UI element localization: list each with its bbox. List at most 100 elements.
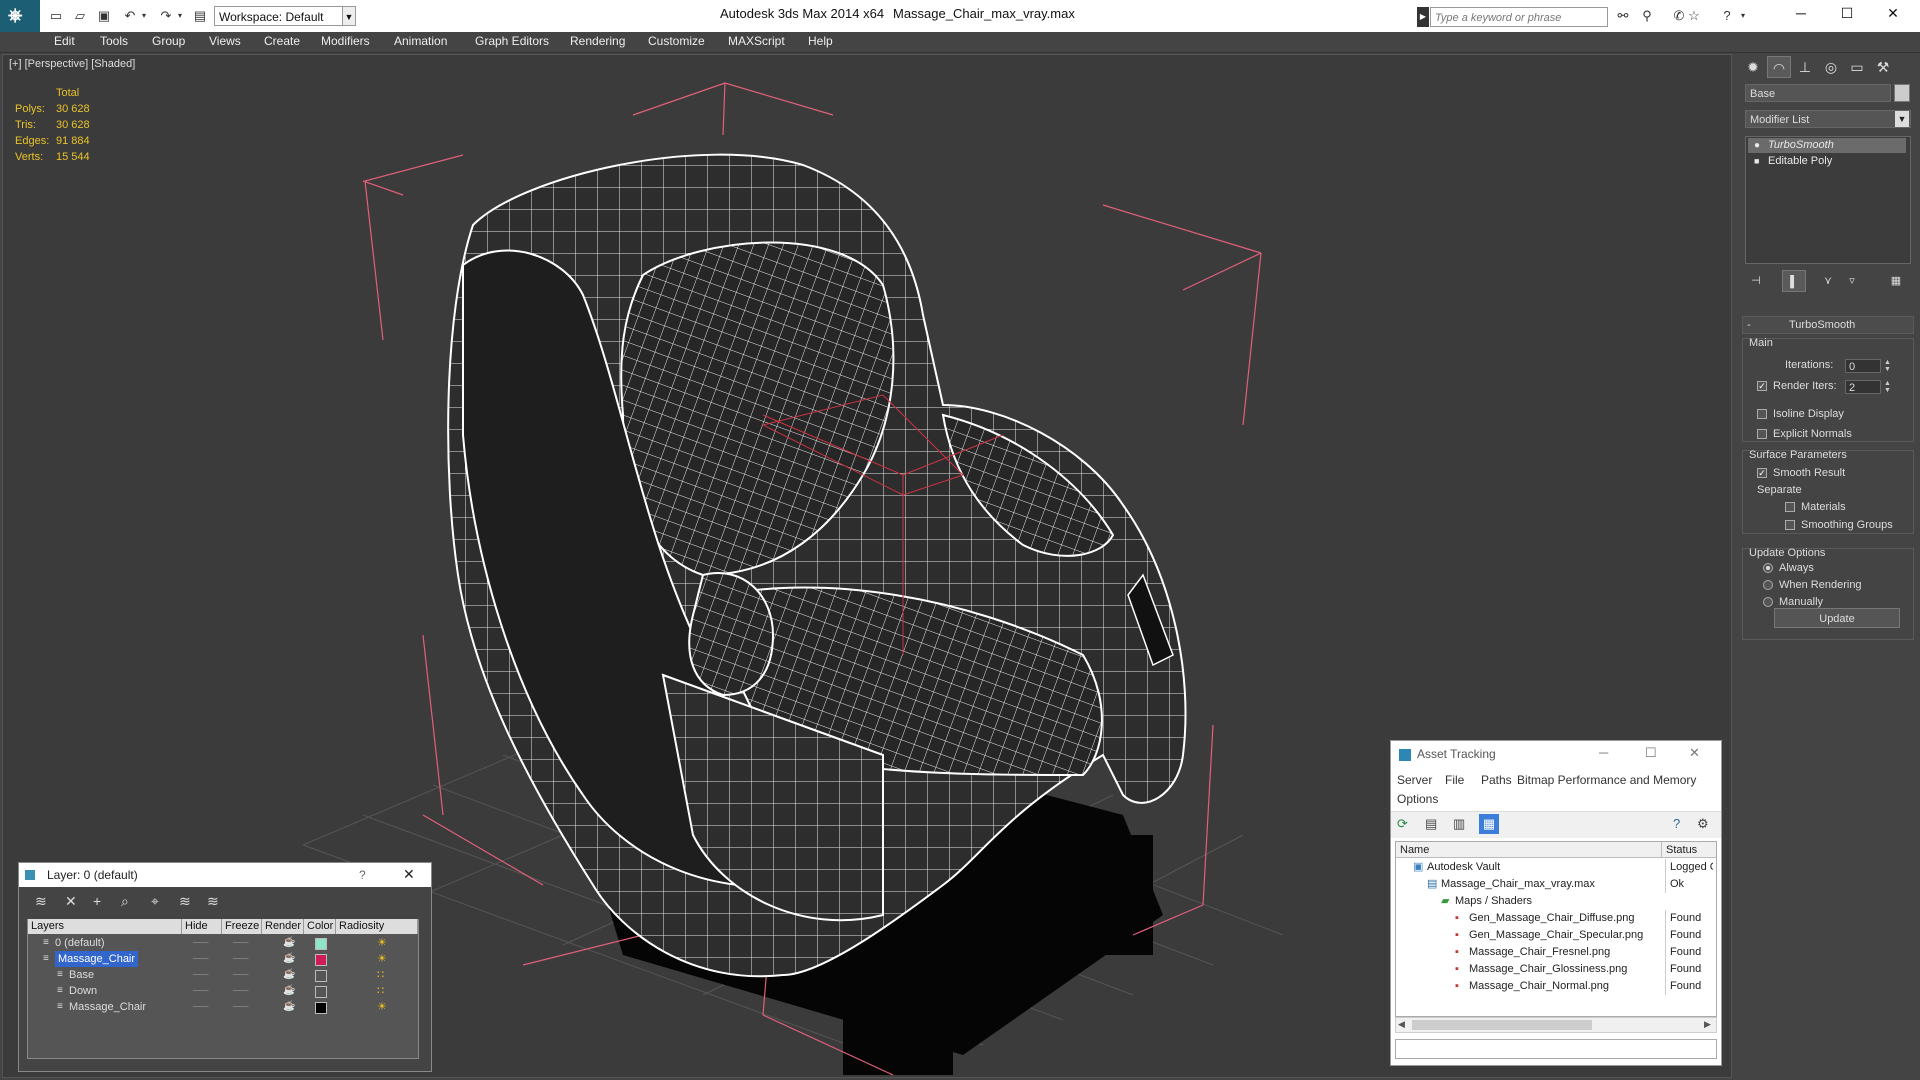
column-hide[interactable]: Hide <box>182 919 222 934</box>
column-name[interactable]: Name <box>1396 842 1662 858</box>
hide-toggle[interactable]: ── <box>193 983 209 999</box>
spinner-arrows-icon[interactable]: ▲ ▼ <box>1883 359 1892 373</box>
render-iters-checkbox[interactable]: ✓ <box>1757 381 1767 391</box>
turbosmooth-rollout-header[interactable]: - TurboSmooth <box>1742 316 1914 334</box>
asset-row[interactable]: ▪ Gen_Massage_Chair_Diffuse.png Found <box>1395 910 1713 927</box>
column-color[interactable]: Color <box>304 919 336 934</box>
layer-color-swatch[interactable] <box>315 970 327 982</box>
column-status[interactable]: Status <box>1662 842 1716 858</box>
menu-tools[interactable]: Tools <box>100 34 128 48</box>
asset-name[interactable]: Massage_Chair_Fresnel.png <box>1469 944 1659 961</box>
render-teapot-icon[interactable]: ☕ <box>283 967 295 983</box>
menu-file[interactable]: File <box>1445 773 1464 787</box>
column-layers[interactable]: Layers <box>28 919 182 934</box>
freeze-toggle[interactable]: ── <box>233 983 249 999</box>
settings-icon[interactable]: ⚙ <box>1697 816 1709 832</box>
render-iters-spinner[interactable]: 2 <box>1845 380 1881 394</box>
when-rendering-radio[interactable] <box>1763 580 1773 590</box>
detail-view-icon[interactable]: ▥ <box>1453 816 1465 832</box>
workspace-dropdown[interactable]: Workspace: Default <box>214 6 344 26</box>
stack-item-turbosmooth[interactable]: ● TurboSmooth <box>1748 138 1906 153</box>
asset-name[interactable]: Massage_Chair_Glossiness.png <box>1469 961 1659 978</box>
hide-all-icon[interactable]: ≋ <box>179 893 191 910</box>
layer-name[interactable]: 0 (default) <box>55 935 105 951</box>
spinner-arrows-icon[interactable]: ▲ ▼ <box>1883 380 1892 394</box>
layer-dialog-titlebar[interactable]: Layer: 0 (default) ? ✕ <box>19 863 431 887</box>
menu-maxscript[interactable]: MAXScript <box>728 34 785 48</box>
delete-layer-icon[interactable]: ✕ <box>65 893 77 910</box>
chevron-down-icon[interactable]: ▼ <box>1895 111 1909 127</box>
modify-tab-arc-icon[interactable]: ◠ <box>1767 56 1791 78</box>
make-unique-icon[interactable]: ⋎ <box>1816 270 1840 292</box>
asset-name[interactable]: Autodesk Vault <box>1427 859 1659 876</box>
asset-row[interactable]: ▪ Massage_Chair_Fresnel.png Found <box>1395 944 1713 961</box>
show-end-result-icon[interactable]: ▌ <box>1782 270 1806 292</box>
asset-name[interactable]: Massage_Chair_Normal.png <box>1469 978 1659 995</box>
layer-name[interactable]: Massage_Chair <box>69 999 146 1015</box>
utilities-tab-hammer-icon[interactable]: ⚒ <box>1871 56 1895 78</box>
chevron-down-icon[interactable]: ▼ <box>342 6 356 26</box>
object-color-swatch[interactable] <box>1894 84 1910 102</box>
menu-server[interactable]: Server <box>1397 773 1432 787</box>
search-expand-icon[interactable]: ▶ <box>1417 7 1429 27</box>
always-radio[interactable] <box>1763 563 1773 573</box>
stack-item-editable-poly[interactable]: ■ Editable Poly <box>1748 154 1906 169</box>
asset-row[interactable]: ▰ Maps / Shaders <box>1395 893 1713 910</box>
freeze-toggle[interactable]: ── <box>233 935 249 951</box>
menu-views[interactable]: Views <box>209 34 241 48</box>
list-view-icon[interactable]: ▤ <box>1425 816 1437 832</box>
search-input[interactable]: Type a keyword or phrase <box>1430 7 1608 27</box>
menu-rendering[interactable]: Rendering <box>570 34 625 48</box>
maximize-button[interactable]: ☐ <box>1645 745 1657 761</box>
menu-modifiers[interactable]: Modifiers <box>321 34 370 48</box>
menu-bitmap-performance[interactable]: Bitmap Performance and Memory <box>1517 773 1696 787</box>
motion-tab-icon[interactable]: ◎ <box>1819 56 1843 78</box>
expand-plus-icon[interactable]: ■ <box>1754 154 1759 169</box>
render-teapot-icon[interactable]: ☕ <box>283 951 295 967</box>
asset-name[interactable]: Gen_Massage_Chair_Diffuse.png <box>1469 910 1659 927</box>
layer-color-swatch[interactable] <box>315 938 327 950</box>
redo-dropdown-icon[interactable]: ▾ <box>172 8 188 24</box>
menu-options[interactable]: Options <box>1397 792 1438 806</box>
help-icon[interactable]: ? <box>1673 816 1680 831</box>
freeze-toggle[interactable]: ── <box>233 951 249 967</box>
project-folder-icon[interactable]: ▤ <box>192 8 208 24</box>
horizontal-scrollbar[interactable]: ◀ ▶ <box>1395 1017 1717 1033</box>
hierarchy-tab-icon[interactable]: ⊥ <box>1793 56 1817 78</box>
undo-dropdown-icon[interactable]: ▾ <box>136 8 152 24</box>
help-dropdown-icon[interactable]: ▾ <box>1734 7 1752 25</box>
menu-help[interactable]: Help <box>808 34 833 48</box>
scrollbar-thumb[interactable] <box>1412 1020 1592 1030</box>
render-teapot-icon[interactable]: ☕ <box>283 983 295 999</box>
highlight-selected-icon[interactable]: ⌖ <box>151 893 159 910</box>
asset-row[interactable]: ▣Autodesk Vault Logged O <box>1395 859 1713 876</box>
radiosity-icon[interactable]: ☀ <box>377 935 387 951</box>
open-file-icon[interactable]: ▱ <box>72 8 88 24</box>
radiosity-icon[interactable]: ∷ <box>377 983 384 999</box>
asset-row[interactable]: ▪ Massage_Chair_Glossiness.png Found <box>1395 961 1713 978</box>
hide-toggle[interactable]: ── <box>193 999 209 1015</box>
add-to-layer-icon[interactable]: + <box>93 893 101 909</box>
radiosity-icon[interactable]: ☀ <box>377 951 387 967</box>
modifier-list-dropdown[interactable]: Modifier List <box>1745 110 1911 128</box>
menu-customize[interactable]: Customize <box>648 34 705 48</box>
asset-row[interactable]: ▪ Massage_Chair_Normal.png Found <box>1395 978 1713 995</box>
hide-toggle[interactable]: ── <box>193 967 209 983</box>
column-render[interactable]: Render <box>262 919 304 934</box>
layer-color-swatch[interactable] <box>315 954 327 966</box>
freeze-all-icon[interactable]: ≋ <box>207 893 219 910</box>
pin-stack-icon[interactable]: ⊣ <box>1744 270 1768 292</box>
save-icon[interactable]: ▣ <box>96 8 112 24</box>
layer-row[interactable]: ≡ Base ── ── ☕ ∷ <box>27 967 419 983</box>
menu-create[interactable]: Create <box>264 34 300 48</box>
manually-radio[interactable] <box>1763 597 1773 607</box>
layer-color-swatch[interactable] <box>315 986 327 998</box>
app-menu-button[interactable]: ⎈ <box>0 0 40 32</box>
render-teapot-icon[interactable]: ☕ <box>283 935 295 951</box>
close-button[interactable]: ✕ <box>1870 0 1916 28</box>
layer-name[interactable]: Base <box>69 967 94 983</box>
close-icon[interactable]: ✕ <box>403 866 415 883</box>
isoline-display-checkbox[interactable] <box>1757 409 1767 419</box>
hide-toggle[interactable]: ── <box>193 951 209 967</box>
scroll-right-icon[interactable]: ▶ <box>1704 1019 1711 1030</box>
